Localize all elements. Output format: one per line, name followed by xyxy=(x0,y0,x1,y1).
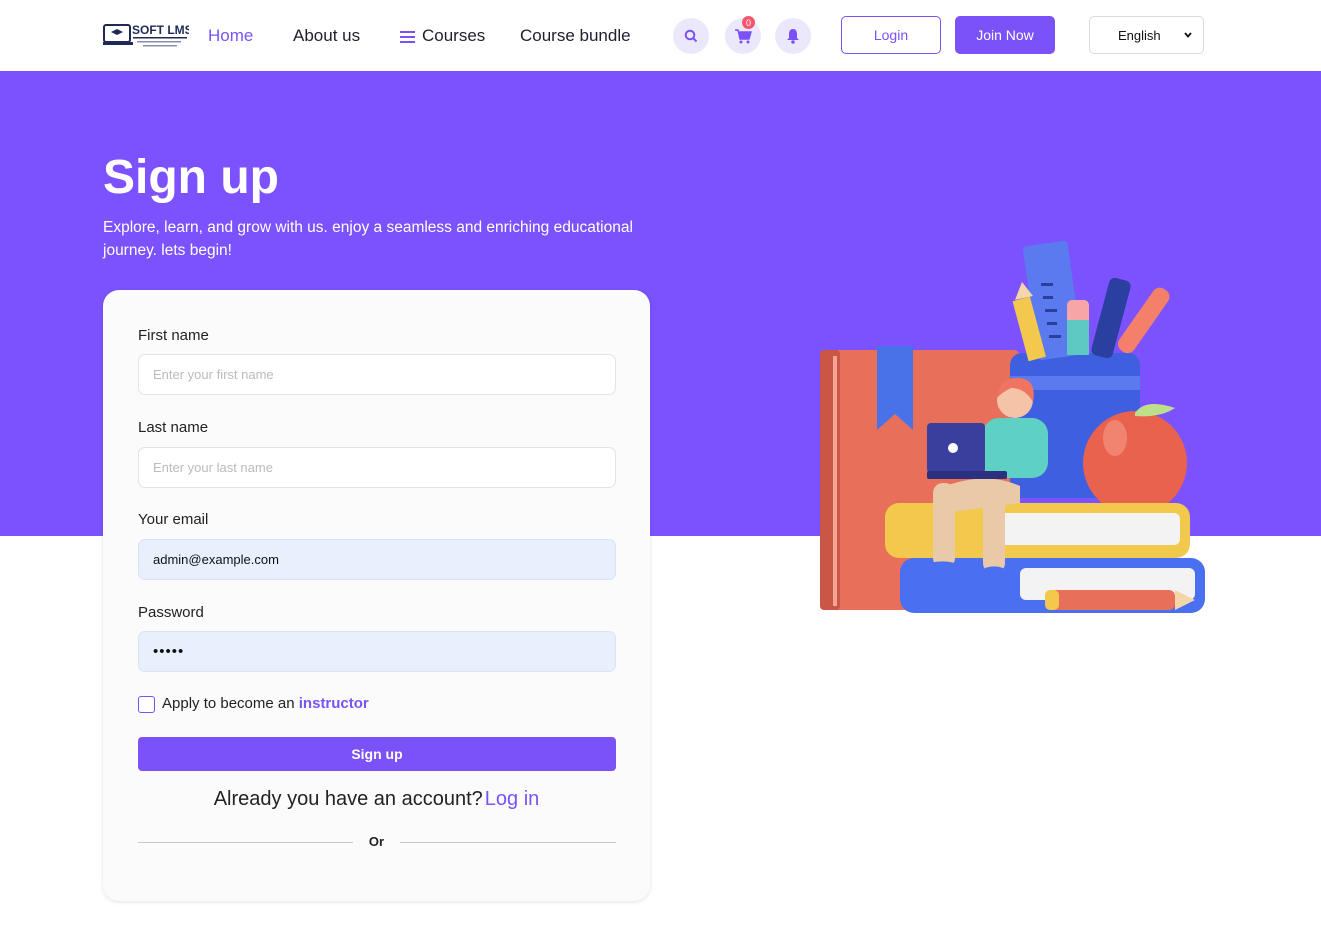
divider-right xyxy=(400,842,616,843)
already-text: Already you have an account? xyxy=(213,788,483,810)
nav-home[interactable]: Home xyxy=(208,26,253,46)
logo[interactable]: SOFT LMS xyxy=(103,20,189,50)
last-name-label: Last name xyxy=(138,419,209,436)
nav-courses[interactable]: Courses xyxy=(400,26,485,46)
site-header: SOFT LMS Home About us Courses Course bu… xyxy=(0,0,1321,71)
instructor-checkbox-label: Apply to become an instructor xyxy=(162,695,369,712)
nav-about[interactable]: About us xyxy=(293,26,360,46)
cart-button[interactable]: 0 xyxy=(725,16,761,54)
login-button[interactable]: Login xyxy=(841,16,941,54)
password-input[interactable]: ••••• xyxy=(138,631,616,672)
password-label: Password xyxy=(138,604,204,621)
already-account-text: Already you have an account? Log in xyxy=(103,788,650,811)
signup-button[interactable]: Sign up xyxy=(138,737,616,771)
notifications-button[interactable] xyxy=(775,18,811,54)
instructor-link[interactable]: instructor xyxy=(299,695,369,712)
cart-icon xyxy=(735,29,752,44)
email-input[interactable]: admin@example.com xyxy=(138,539,616,580)
menu-icon xyxy=(400,30,415,43)
join-now-button[interactable]: Join Now xyxy=(955,16,1055,54)
first-name-input[interactable]: Enter your first name xyxy=(138,354,616,395)
search-button[interactable] xyxy=(673,18,709,54)
logo-text: SOFT LMS xyxy=(132,23,189,37)
signup-form-card: First name Enter your first name Last na… xyxy=(103,290,650,901)
language-select[interactable]: English xyxy=(1089,16,1204,54)
instructor-checkbox[interactable] xyxy=(138,696,155,713)
chevron-down-icon xyxy=(1184,32,1192,38)
search-icon xyxy=(684,29,698,43)
instructor-text: Apply to become an xyxy=(162,695,295,712)
cart-count-badge: 0 xyxy=(742,16,755,29)
first-name-label: First name xyxy=(138,327,209,344)
last-name-input[interactable]: Enter your last name xyxy=(138,447,616,488)
nav-course-bundle[interactable]: Course bundle xyxy=(520,26,631,46)
nav-courses-label: Courses xyxy=(422,26,486,45)
hero-subtitle: Explore, learn, and grow with us. enjoy … xyxy=(103,219,633,259)
language-value: English xyxy=(1118,27,1161,43)
bell-icon xyxy=(787,29,799,44)
email-label: Your email xyxy=(138,511,209,528)
login-link[interactable]: Log in xyxy=(485,788,540,810)
education-illustration xyxy=(820,240,1205,613)
page-title: Sign up xyxy=(103,151,279,204)
